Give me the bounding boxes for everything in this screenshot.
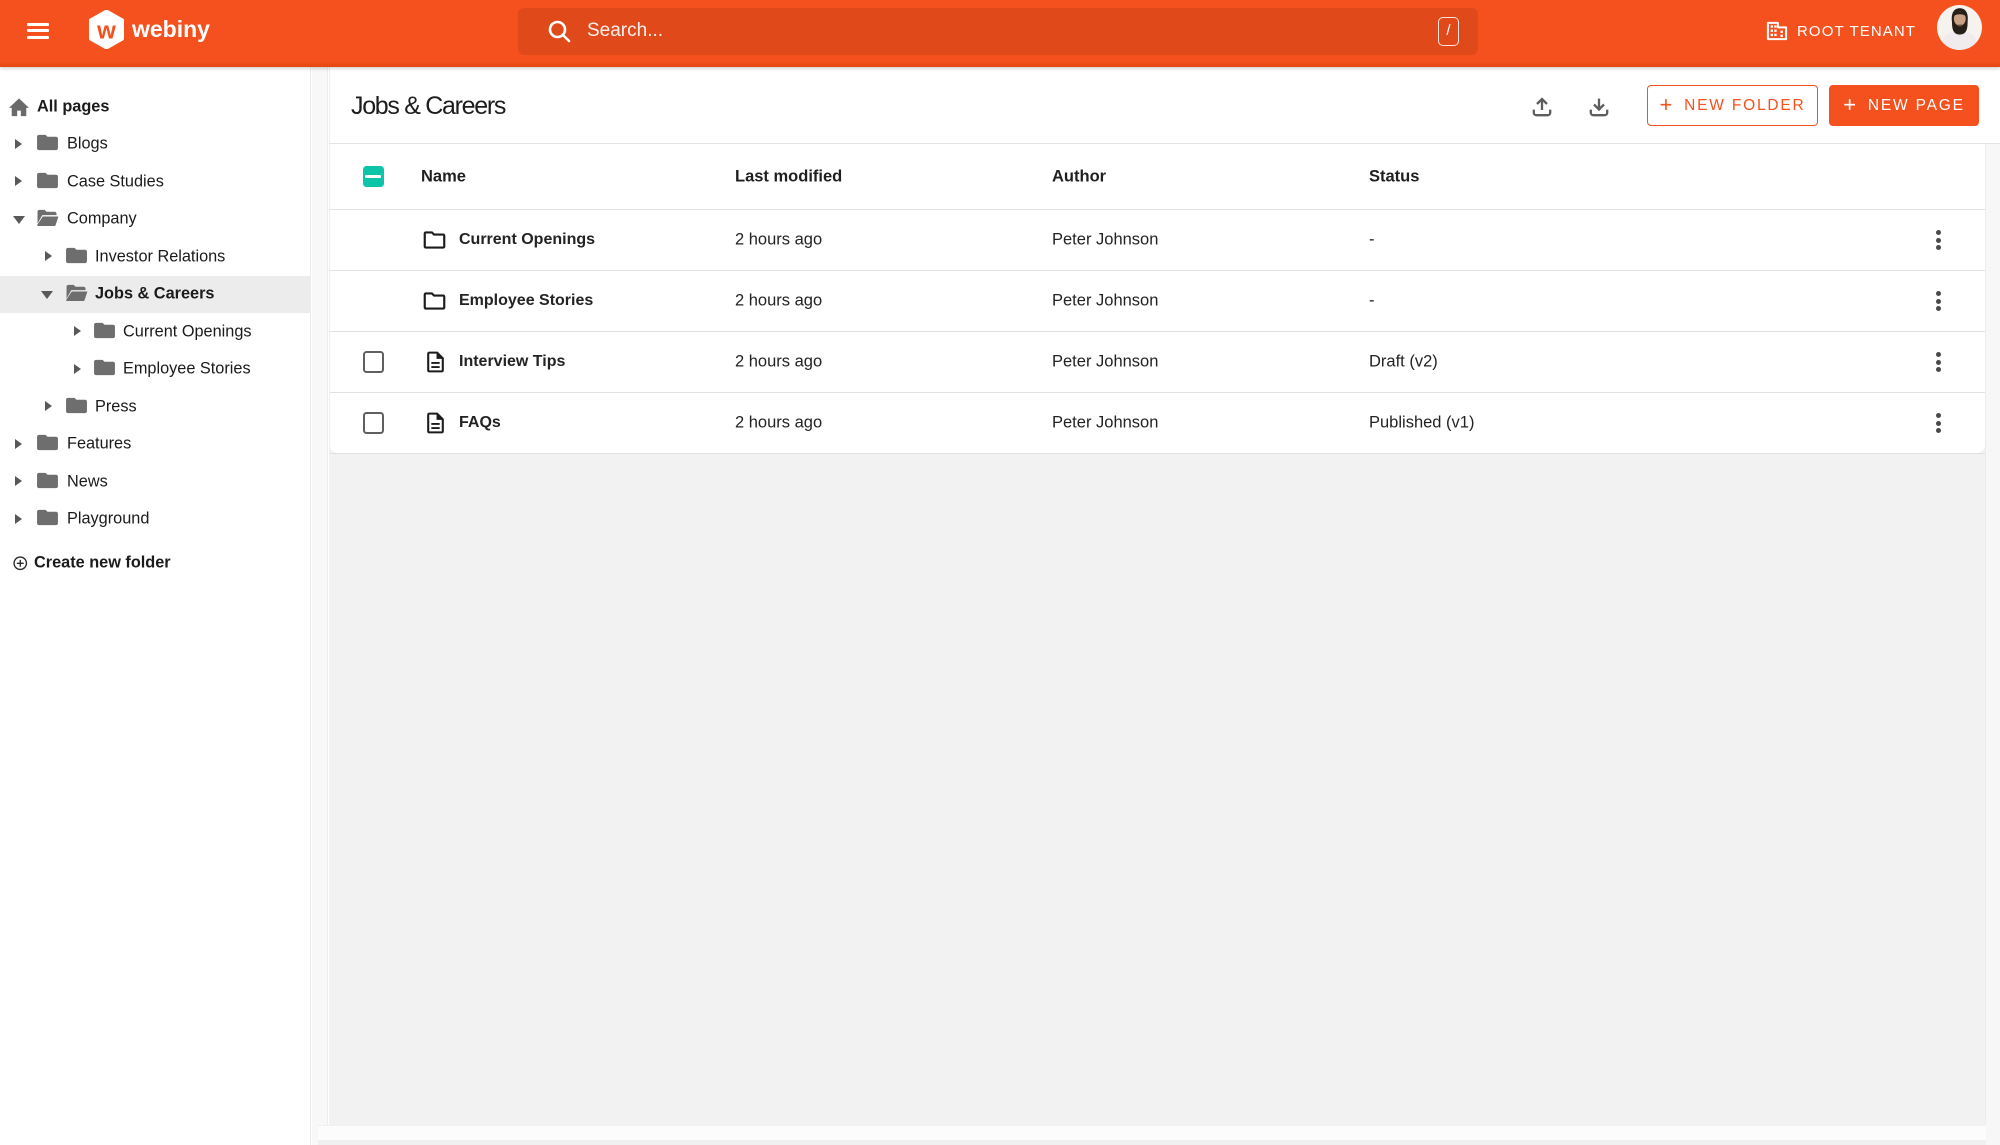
svg-text:w: w [96,18,116,45]
